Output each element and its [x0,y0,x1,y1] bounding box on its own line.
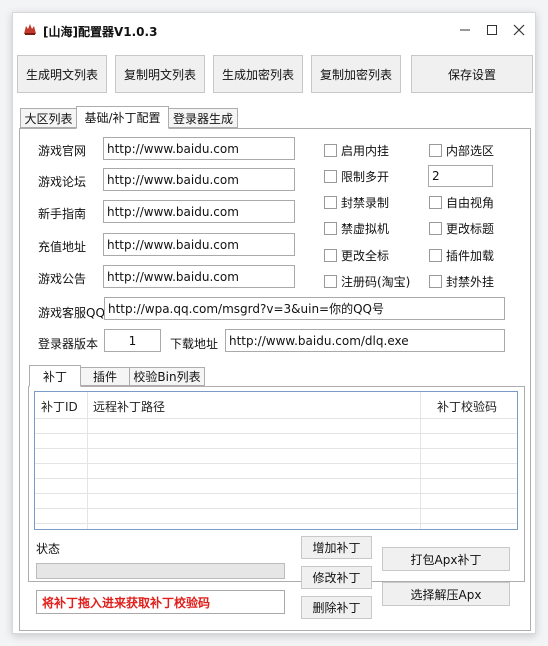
maximize-icon [487,25,497,35]
row-divider [35,418,517,419]
row-divider [35,523,517,524]
select-unpack-apx-button[interactable]: 选择解压Apx [382,582,510,606]
notice-input[interactable] [103,265,295,288]
checkbox-box [429,196,442,209]
copy-plain-list-button[interactable]: 复制明文列表 [115,55,205,93]
block-vm-label: 禁虚拟机 [341,222,390,236]
copy-encrypted-list-button[interactable]: 复制加密列表 [311,55,401,93]
column-divider [420,392,421,529]
column-header-patch-id[interactable]: 补丁ID [41,398,78,415]
remove-patch-button[interactable]: 删除补丁 [301,596,372,619]
save-settings-button[interactable]: 保存设置 [411,55,533,93]
reg-code-checkbox[interactable]: 注册码(淘宝) [324,273,410,290]
limit-multi-checkbox[interactable]: 限制多开 [324,168,389,185]
tab-launcher-generate[interactable]: 登录器生成 [168,108,238,128]
multi-open-count-input[interactable] [428,165,493,187]
qq-input[interactable] [104,297,505,320]
download-label: 下载地址 [170,337,219,351]
qq-label: 游戏客服QQ [38,306,105,320]
column-divider [87,392,88,529]
tab-plugin[interactable]: 插件 [80,367,130,386]
block-vm-checkbox[interactable]: 禁虚拟机 [324,220,389,237]
column-header-remote-path[interactable]: 远程补丁路径 [93,398,165,415]
column-header-checksum[interactable]: 补丁校验码 [437,398,497,415]
status-label: 状态 [36,542,61,556]
plugin-load-label: 插件加载 [446,249,495,263]
checkbox-box [324,170,337,183]
row-divider [35,433,517,434]
row-divider [35,508,517,509]
free-view-checkbox[interactable]: 自由视角 [429,194,494,211]
patch-table[interactable]: 补丁ID 远程补丁路径 补丁校验码 [34,391,518,530]
row-divider [35,493,517,494]
window-title: [山海]配置器V1.0.3 [43,25,158,39]
checkbox-box [324,222,337,235]
row-divider [35,463,517,464]
close-icon [513,24,525,36]
tab-base-patch-config[interactable]: 基础/补丁配置 [76,106,169,129]
block-record-label: 封禁录制 [341,196,390,210]
guide-input[interactable] [103,200,295,223]
pack-apx-patch-button[interactable]: 打包Apx补丁 [382,547,510,571]
add-patch-button[interactable]: 增加补丁 [301,536,372,559]
checkbox-box [429,222,442,235]
reg-code-label: 注册码(淘宝) [341,275,411,289]
download-input[interactable] [225,329,505,352]
guide-label: 新手指南 [38,207,87,221]
row-divider [35,448,517,449]
internal-zone-checkbox[interactable]: 内部选区 [429,142,494,159]
block-cheat-checkbox[interactable]: 封禁外挂 [429,273,494,290]
checkbox-box [324,196,337,209]
row-divider [35,478,517,479]
enable-cover-checkbox[interactable]: 启用内挂 [324,142,389,159]
version-label: 登录器版本 [38,337,99,351]
internal-zone-label: 内部选区 [446,144,495,158]
checkbox-box [429,275,442,288]
minimize-icon [460,29,470,31]
tab-verify-bin-list[interactable]: 校验Bin列表 [129,367,205,386]
block-record-checkbox[interactable]: 封禁录制 [324,194,389,211]
free-view-label: 自由视角 [446,196,495,210]
edit-patch-button[interactable]: 修改补丁 [301,566,372,589]
block-cheat-label: 封禁外挂 [446,275,495,289]
change-title-label: 更改标题 [446,222,495,236]
change-all-checkbox[interactable]: 更改全标 [324,247,389,264]
checkbox-box [429,144,442,157]
recharge-input[interactable] [103,233,295,256]
app-icon [24,24,36,35]
limit-multi-label: 限制多开 [341,170,390,184]
generate-encrypted-list-button[interactable]: 生成加密列表 [213,55,303,93]
drag-hint-box[interactable]: 将补丁拖入进来获取补丁校验码 [36,590,285,614]
minimize-button[interactable] [453,21,477,39]
change-title-checkbox[interactable]: 更改标题 [429,220,494,237]
official-site-label: 游戏官网 [38,144,87,158]
status-progress-bar [36,563,285,579]
recharge-label: 充值地址 [38,240,87,254]
plugin-load-checkbox[interactable]: 插件加载 [429,247,494,264]
change-all-label: 更改全标 [341,249,390,263]
maximize-button[interactable] [480,21,504,39]
checkbox-box [324,249,337,262]
checkbox-box [429,249,442,262]
official-site-input[interactable] [103,137,295,160]
tab-patch[interactable]: 补丁 [29,365,81,387]
notice-label: 游戏公告 [38,272,87,286]
app-window: [山海]配置器V1.0.3 生成明文列表 复制明文列表 生成加密列表 复制加密列… [12,12,536,634]
checkbox-box [324,275,337,288]
generate-plain-list-button[interactable]: 生成明文列表 [17,55,107,93]
checkbox-box [324,144,337,157]
enable-cover-label: 启用内挂 [341,144,390,158]
version-input[interactable] [104,329,161,352]
tab-zone-list[interactable]: 大区列表 [20,108,77,128]
forum-input[interactable] [103,168,295,191]
forum-label: 游戏论坛 [38,175,87,189]
close-button[interactable] [507,21,531,39]
